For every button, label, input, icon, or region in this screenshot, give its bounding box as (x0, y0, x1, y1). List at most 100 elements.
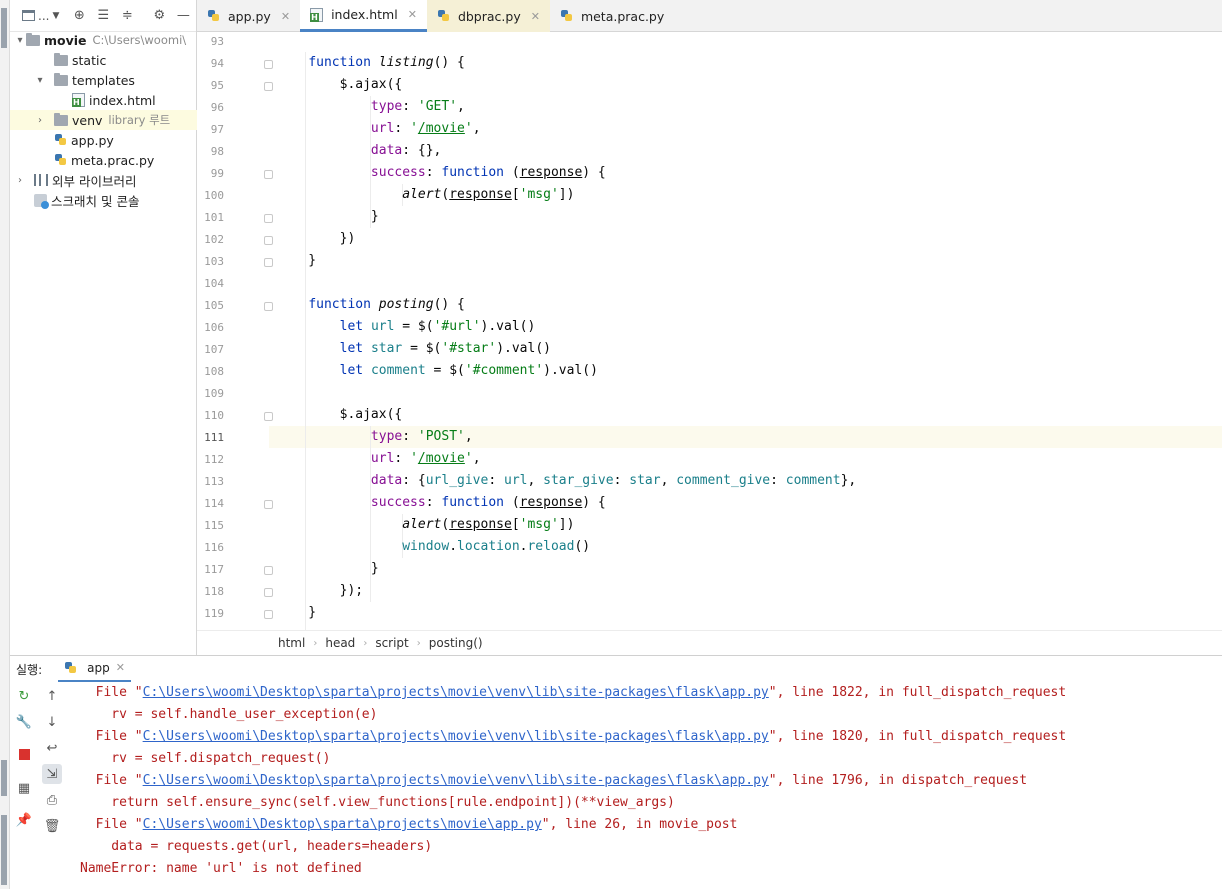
folder-icon (54, 112, 68, 126)
code-line: let url = $('#url').val() (339, 319, 536, 334)
code-line: $.ajax({ (277, 407, 403, 422)
breadcrumb-item[interactable]: posting() (429, 636, 483, 650)
tree-item-venv[interactable]: › venv library 루트 (10, 110, 197, 130)
tree-item-label: templates (72, 72, 135, 88)
tab-dbprac-py[interactable]: dbprac.py ✕ (426, 0, 550, 32)
console-text: ", line 26, in movie_post (541, 817, 738, 832)
fold-marker-icon[interactable] (264, 258, 273, 267)
line-number: 101 (204, 211, 224, 224)
scroll-to-end-icon[interactable]: ⇲ (42, 764, 62, 784)
project-toolbar: ... ▼ ⊕ ☰ ≑ ⚙ — (10, 0, 196, 32)
wrench-icon[interactable]: 🔧 (14, 712, 34, 732)
fold-marker-icon[interactable] (264, 610, 273, 619)
python-file-icon (560, 9, 573, 23)
arrow-down-icon[interactable]: ↓ (42, 712, 62, 732)
close-icon[interactable]: ✕ (408, 8, 417, 21)
gear-icon[interactable]: ⚙ (149, 6, 169, 26)
console-line: data = requests.get(url, headers=headers… (80, 839, 433, 854)
file-link[interactable]: C:\Users\woomi\Desktop\sparta\projects\m… (143, 685, 769, 700)
trash-icon[interactable]: 🗑 (42, 816, 62, 836)
console-text: File " (80, 685, 143, 700)
run-tab-app[interactable]: app ✕ (58, 656, 131, 683)
code-line: data: {}, (370, 143, 442, 158)
chevron-right-icon[interactable]: › (34, 115, 46, 126)
tree-item-scratches[interactable]: 스크래치 및 콘솔 (10, 190, 197, 210)
console-line: File "C:\Users\woomi\Desktop\sparta\proj… (80, 770, 1027, 792)
fold-marker-icon[interactable] (264, 60, 273, 69)
fold-marker-icon[interactable] (264, 82, 273, 91)
console-line: return self.ensure_sync(self.view_functi… (80, 795, 675, 810)
bookmarks-tool-tab[interactable] (1, 815, 7, 885)
file-link[interactable]: C:\Users\woomi\Desktop\sparta\projects\m… (143, 773, 769, 788)
print-icon[interactable]: ⎙ (42, 790, 62, 810)
pin-icon[interactable]: 📌 (14, 810, 34, 830)
console-line: rv = self.handle_user_exception(e) (80, 707, 378, 722)
run-toolbar: ↻ ↑ 🔧 ↓ ↩ ⇲ ▦ ⎙ 📌 🗑 (10, 682, 72, 889)
line-number: 117 (204, 563, 224, 576)
run-label: 실행: (16, 662, 43, 677)
tree-item-static[interactable]: static (10, 50, 197, 70)
fold-marker-icon[interactable] (264, 236, 273, 245)
chevron-right-icon[interactable]: › (14, 175, 26, 186)
project-view-label: ... (38, 8, 50, 23)
project-tool-tab[interactable] (1, 8, 7, 48)
tree-item-app-py[interactable]: app.py (10, 130, 197, 150)
tab-index-html[interactable]: index.html ✕ (300, 0, 427, 32)
tree-item-templates[interactable]: ▾ templates (10, 70, 197, 90)
breadcrumb-item[interactable]: head (325, 636, 355, 650)
code-editor[interactable]: 93 94 95 96 97 98 99 100 101 102 103 104 105 106 107 10… (197, 32, 1222, 630)
locate-icon[interactable]: ⊕ (69, 6, 89, 26)
minimize-icon[interactable]: — (173, 6, 193, 26)
line-number: 94 (210, 57, 224, 70)
project-view-dropdown[interactable]: ... ▼ (22, 9, 59, 23)
chevron-down-icon[interactable]: ▾ (14, 35, 26, 46)
code-line: }) (277, 231, 356, 246)
expand-all-icon[interactable]: ☰ (93, 6, 113, 26)
python-file-icon (54, 153, 67, 167)
left-tool-strip (0, 0, 10, 889)
breadcrumb-item[interactable]: html (278, 636, 305, 650)
fold-marker-icon[interactable] (264, 170, 273, 179)
tree-item-meta-prac-py[interactable]: meta.prac.py (10, 150, 197, 170)
soft-wrap-icon[interactable]: ↩ (42, 738, 62, 758)
fold-marker-icon[interactable] (264, 302, 273, 311)
fold-marker-icon[interactable] (264, 588, 273, 597)
close-icon[interactable]: ✕ (116, 661, 125, 674)
structure-tool-tab[interactable] (1, 760, 7, 796)
line-number: 108 (204, 365, 224, 378)
tab-app-py[interactable]: app.py ✕ (197, 0, 300, 32)
fold-marker-icon[interactable] (264, 566, 273, 575)
tab-meta-prac-py[interactable]: meta.prac.py (550, 0, 674, 32)
fold-marker-icon[interactable] (264, 412, 273, 421)
fold-marker-icon[interactable] (264, 500, 273, 509)
line-number: 107 (204, 343, 224, 356)
code-line: }); (277, 583, 364, 598)
stop-icon[interactable] (14, 744, 34, 764)
file-link[interactable]: C:\Users\woomi\Desktop\sparta\projects\m… (143, 817, 542, 832)
fold-marker-icon[interactable] (264, 214, 273, 223)
file-link[interactable]: C:\Users\woomi\Desktop\sparta\projects\m… (143, 729, 769, 744)
line-number: 115 (204, 519, 224, 532)
chevron-down-icon: ▼ (52, 10, 60, 21)
run-console[interactable]: File "C:\Users\woomi\Desktop\sparta\proj… (72, 682, 1222, 889)
close-icon[interactable]: ✕ (281, 10, 290, 23)
tree-item-index-html[interactable]: index.html (10, 90, 197, 110)
code-line: } (277, 561, 379, 576)
tree-item-external-libraries[interactable]: › 외부 라이브러리 (10, 170, 197, 190)
folder-icon (54, 72, 68, 86)
tree-item-movie[interactable]: ▾ movie C:\Users\woomi\ (10, 30, 197, 50)
line-number: 111 (204, 431, 224, 444)
arrow-up-icon[interactable]: ↑ (42, 686, 62, 706)
code-line: alert(response['msg']) (402, 187, 575, 202)
close-icon[interactable]: ✕ (531, 10, 540, 23)
rerun-icon[interactable]: ↻ (14, 686, 34, 706)
line-number: 116 (204, 541, 224, 554)
collapse-all-icon[interactable]: ≑ (117, 6, 137, 26)
chevron-down-icon[interactable]: ▾ (34, 75, 46, 86)
breadcrumb-item[interactable]: script (375, 636, 408, 650)
code-line: type: 'POST', (370, 429, 473, 444)
line-number: 112 (204, 453, 224, 466)
line-number: 110 (204, 409, 224, 422)
layout-icon[interactable]: ▦ (14, 778, 34, 798)
chevron-right-icon: › (313, 637, 318, 649)
